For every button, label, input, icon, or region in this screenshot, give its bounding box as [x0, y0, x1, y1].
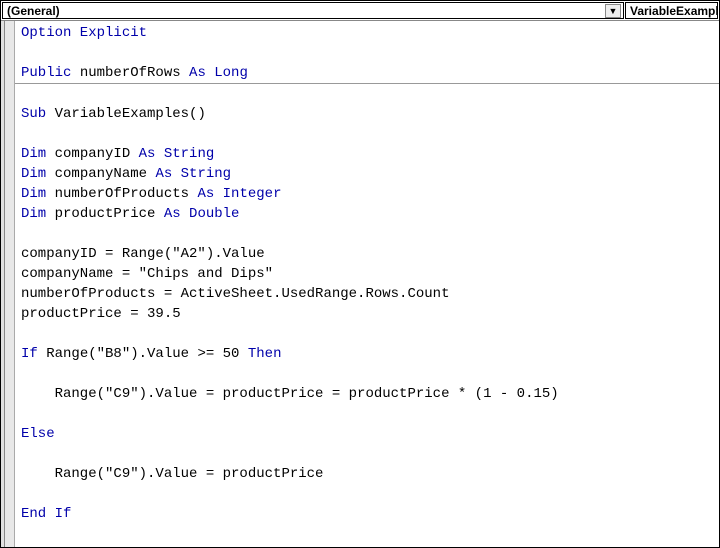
code-token: Range("B8").Value >= 50: [38, 346, 248, 362]
code-token: Dim: [21, 186, 46, 202]
code-token: Dim: [21, 206, 46, 222]
code-token: companyName = "Chips and Dips": [21, 266, 273, 282]
code-token: companyName: [46, 166, 155, 182]
code-token: As Integer: [197, 186, 281, 202]
code-token: As Long: [189, 65, 248, 81]
code-token: Range("C9").Value = productPrice = produ…: [21, 386, 559, 402]
code-token: As Double: [164, 206, 240, 222]
code-token: numberOfProducts: [46, 186, 197, 202]
code-token: Public: [21, 65, 71, 81]
code-token: Option Explicit: [21, 25, 147, 41]
code-token: As String: [155, 166, 231, 182]
code-token: productPrice: [46, 206, 164, 222]
code-token: companyID: [46, 146, 138, 162]
code-window-header: (General) ▼ VariableExamples: [1, 1, 719, 21]
code-text[interactable]: Option Explicit Public numberOfRows As L…: [15, 21, 719, 547]
breakpoint-gutter[interactable]: [1, 21, 15, 547]
code-token: End Sub: [21, 546, 80, 547]
vba-code-window: (General) ▼ VariableExamples Option Expl…: [0, 0, 720, 548]
code-token: Dim: [21, 146, 46, 162]
chevron-down-icon[interactable]: ▼: [605, 4, 621, 18]
code-token: If: [21, 346, 38, 362]
code-editor-area: Option Explicit Public numberOfRows As L…: [1, 21, 719, 547]
code-token: End If: [21, 506, 71, 522]
procedure-dropdown-label: VariableExamples: [630, 4, 718, 18]
object-dropdown[interactable]: (General) ▼: [2, 2, 624, 19]
code-token: productPrice = 39.5: [21, 306, 181, 322]
code-token: numberOfRows: [71, 65, 189, 81]
code-token: Else: [21, 426, 55, 442]
code-token: Then: [248, 346, 282, 362]
code-token: Sub: [21, 106, 46, 122]
code-token: VariableExamples(): [46, 106, 206, 122]
code-token: Range("C9").Value = productPrice: [21, 466, 323, 482]
code-token: Dim: [21, 166, 46, 182]
code-token: numberOfProducts = ActiveSheet.UsedRange…: [21, 286, 449, 302]
code-token: As String: [139, 146, 215, 162]
object-dropdown-label: (General): [7, 4, 60, 18]
procedure-dropdown[interactable]: VariableExamples: [625, 2, 718, 19]
code-token: companyID = Range("A2").Value: [21, 246, 265, 262]
